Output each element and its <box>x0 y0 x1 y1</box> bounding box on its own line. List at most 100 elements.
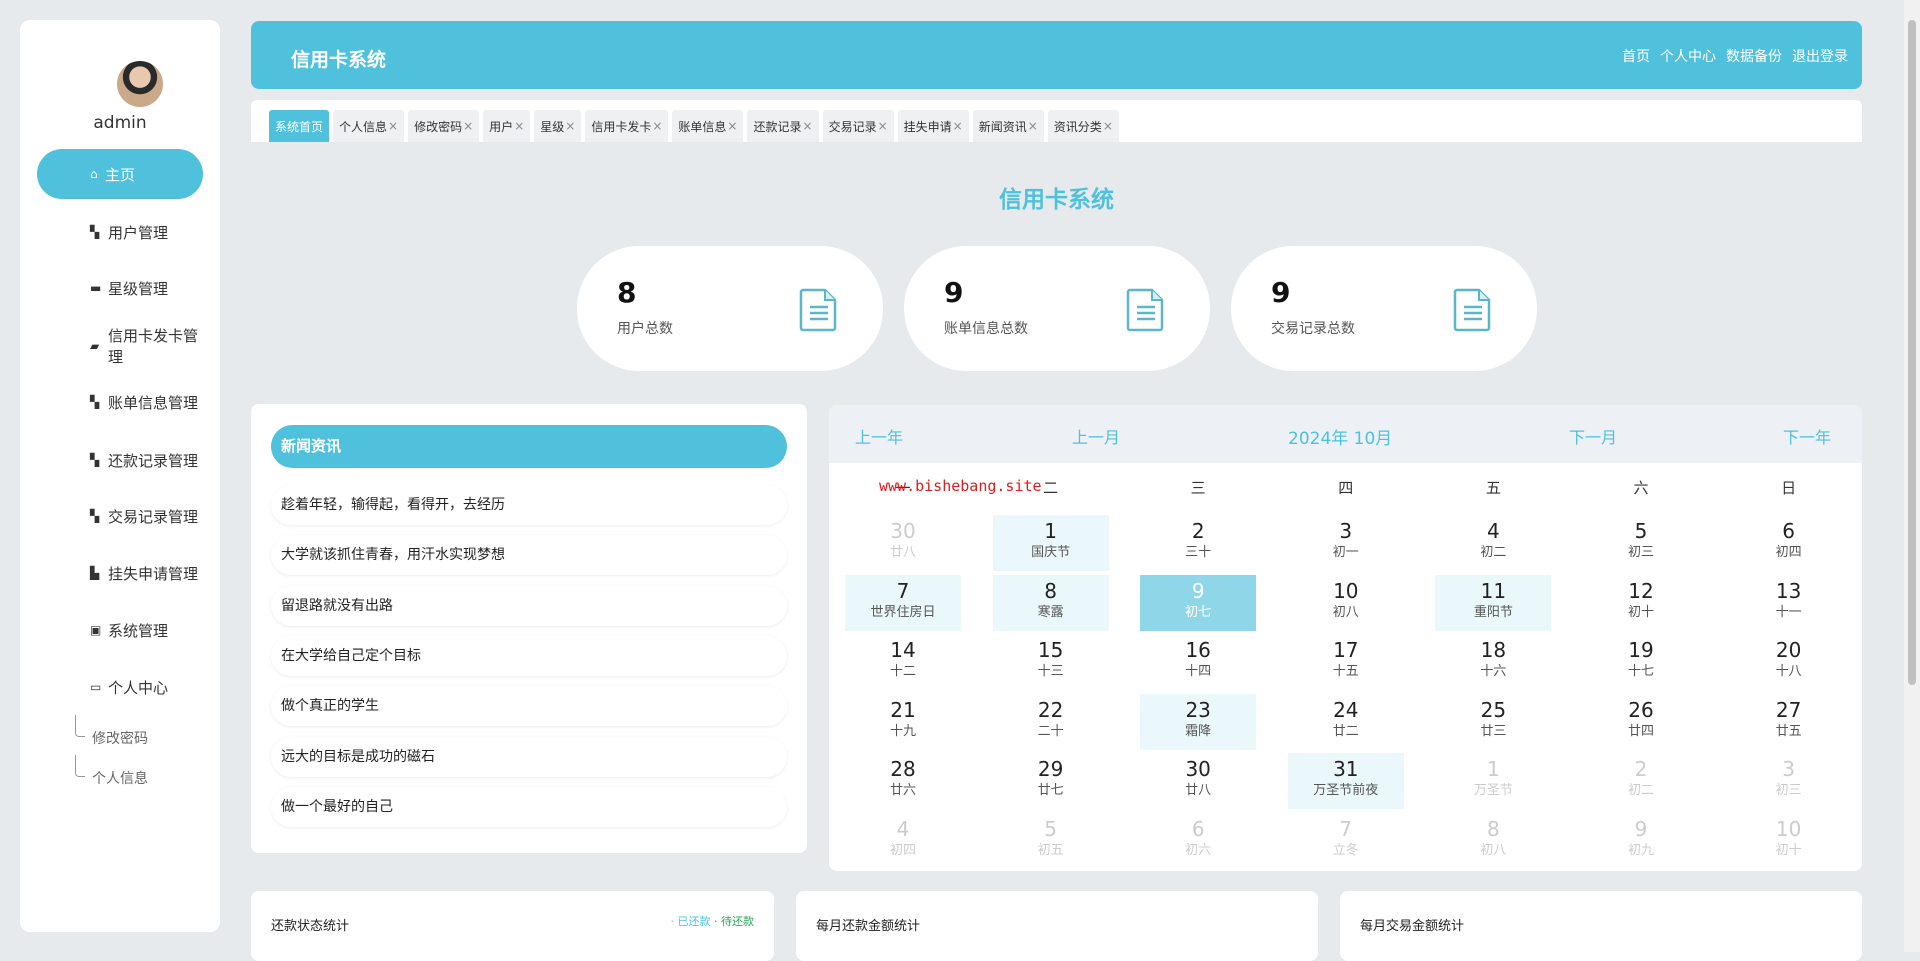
calendar-day[interactable]: 8 初八 <box>1435 813 1551 869</box>
close-icon[interactable]: × <box>1103 119 1113 133</box>
calendar-day[interactable]: 31 万圣节前夜 <box>1287 753 1404 809</box>
calendar-day[interactable]: 7 立冬 <box>1288 813 1404 869</box>
calendar-day[interactable]: 12 初十 <box>1583 575 1699 631</box>
close-icon[interactable]: × <box>388 119 398 133</box>
news-item[interactable]: 远大的目标是成功的磁石 <box>271 737 787 777</box>
tab-2[interactable]: 修改密码 × <box>408 110 480 142</box>
sidebar-item-7[interactable]: ▙ 挂失申请管理 <box>37 548 203 598</box>
avatar[interactable] <box>117 61 163 107</box>
tab-3[interactable]: 用户 × <box>483 110 531 142</box>
close-icon[interactable]: × <box>565 119 575 133</box>
close-icon[interactable]: × <box>463 119 473 133</box>
tab-0[interactable]: 系统首页 <box>269 110 330 142</box>
prev-year-button[interactable]: 上一年 <box>855 424 903 448</box>
sidebar-item-4[interactable]: ▚ 账单信息管理 <box>37 377 203 427</box>
calendar-day[interactable]: 26 廿四 <box>1583 694 1699 750</box>
calendar-day[interactable]: 4 初二 <box>1435 515 1551 571</box>
calendar-day[interactable]: 10 初八 <box>1288 575 1404 631</box>
calendar-day[interactable]: 11 重阳节 <box>1435 574 1552 631</box>
calendar-day[interactable]: 30 廿八 <box>1140 753 1256 809</box>
tab-11[interactable]: 资讯分类 × <box>1047 110 1119 142</box>
calendar-day[interactable]: 5 初五 <box>993 813 1109 869</box>
day-number: 3 <box>1339 519 1353 543</box>
calendar-day[interactable]: 3 初一 <box>1288 515 1404 571</box>
calendar-day[interactable]: 25 廿三 <box>1435 694 1551 750</box>
tab-4[interactable]: 星级 × <box>534 110 582 142</box>
news-item[interactable]: 做个真正的学生 <box>271 686 787 726</box>
close-icon[interactable]: × <box>727 119 737 133</box>
news-item[interactable]: 做一个最好的自己 <box>271 787 787 827</box>
news-item[interactable]: 在大学给自己定个目标 <box>271 636 787 676</box>
calendar-day[interactable]: 30 廿八 <box>845 515 961 571</box>
calendar-day[interactable]: 9 初七 <box>1140 574 1257 631</box>
calendar-day[interactable]: 23 霜降 <box>1140 693 1257 750</box>
legend-pending[interactable]: 待还款 <box>721 915 754 928</box>
calendar-day[interactable]: 10 初十 <box>1731 813 1847 869</box>
sidebar-item-5[interactable]: ▚ 还款记录管理 <box>37 435 203 485</box>
calendar-day[interactable]: 8 寒露 <box>992 574 1109 631</box>
next-month-button[interactable]: 下一月 <box>1569 424 1617 448</box>
news-item[interactable]: 趁着年轻，输得起，看得开，去经历 <box>271 485 787 525</box>
sidebar-item-6[interactable]: ▚ 交易记录管理 <box>37 491 203 541</box>
calendar-day[interactable]: 9 初九 <box>1583 813 1699 869</box>
calendar-day[interactable]: 14 十二 <box>845 634 961 690</box>
calendar-day[interactable]: 2 三十 <box>1140 515 1256 571</box>
nav-profile[interactable]: 个人中心 <box>1660 46 1716 66</box>
news-item[interactable]: 留退路就没有出路 <box>271 586 787 626</box>
sidebar-item-2[interactable]: ▬ 星级管理 <box>37 263 203 313</box>
calendar-day[interactable]: 21 十九 <box>845 694 961 750</box>
nav-backup[interactable]: 数据备份 <box>1726 46 1782 66</box>
nav-home[interactable]: 首页 <box>1622 46 1650 66</box>
close-icon[interactable]: × <box>1028 119 1038 133</box>
sidebar-sub-profile[interactable]: 个人信息 <box>92 768 148 788</box>
calendar-day[interactable]: 15 十三 <box>993 634 1109 690</box>
close-icon[interactable]: × <box>803 119 813 133</box>
tab-8[interactable]: 交易记录 × <box>822 110 894 142</box>
tab-6[interactable]: 账单信息 × <box>672 110 744 142</box>
tab-10[interactable]: 新闻资讯 × <box>972 110 1044 142</box>
tab-7[interactable]: 还款记录 × <box>747 110 819 142</box>
sidebar-item-8[interactable]: ▣ 系统管理 <box>37 605 203 655</box>
calendar-day[interactable]: 7 世界住房日 <box>845 574 961 631</box>
calendar-day[interactable]: 22 二十 <box>993 694 1109 750</box>
calendar-day[interactable]: 29 廿七 <box>993 753 1109 809</box>
calendar-day[interactable]: 27 廿五 <box>1731 694 1847 750</box>
sidebar-item-0[interactable]: ⌂ 主页 <box>37 149 203 199</box>
calendar-day[interactable]: 1 国庆节 <box>992 515 1109 571</box>
tab-1[interactable]: 个人信息 × <box>333 110 405 142</box>
calendar-day[interactable]: 24 廿二 <box>1288 694 1404 750</box>
sidebar-item-9[interactable]: ▭ 个人中心 <box>37 662 203 712</box>
nav-logout[interactable]: 退出登录 <box>1792 46 1848 66</box>
calendar-day[interactable]: 19 十七 <box>1583 634 1699 690</box>
sidebar-item-3[interactable]: ▰ 信用卡发卡管理 <box>37 321 203 371</box>
scrollbar[interactable] <box>1904 0 1920 952</box>
calendar-day[interactable]: 18 十六 <box>1435 634 1551 690</box>
close-icon[interactable]: × <box>514 119 524 133</box>
calendar-day[interactable]: 4 初四 <box>845 813 961 869</box>
sidebar-item-label: 系统管理 <box>108 621 169 640</box>
calendar-day[interactable]: 5 初三 <box>1583 515 1699 571</box>
close-icon[interactable]: × <box>878 119 888 133</box>
calendar-day[interactable]: 13 十一 <box>1731 575 1847 631</box>
next-year-button[interactable]: 下一年 <box>1783 424 1831 448</box>
tab-5[interactable]: 信用卡发卡 × <box>585 110 669 142</box>
close-icon[interactable]: × <box>652 119 662 133</box>
calendar-day[interactable]: 20 十八 <box>1731 634 1847 690</box>
legend-paid[interactable]: 已还款 <box>678 915 711 928</box>
calendar-day[interactable]: 16 十四 <box>1140 634 1256 690</box>
sidebar-item-label: 星级管理 <box>108 279 169 298</box>
sidebar-sub-change-password[interactable]: 修改密码 <box>92 728 148 748</box>
prev-month-button[interactable]: 上一月 <box>1072 424 1120 448</box>
close-icon[interactable]: × <box>953 119 963 133</box>
calendar-day[interactable]: 1 万圣节 <box>1435 753 1551 809</box>
calendar-day[interactable]: 3 初三 <box>1731 753 1847 809</box>
news-item[interactable]: 大学就该抓住青春，用汗水实现梦想 <box>271 535 787 575</box>
scrollbar-thumb[interactable] <box>1908 20 1916 685</box>
calendar-day[interactable]: 6 初四 <box>1731 515 1847 571</box>
calendar-day[interactable]: 17 十五 <box>1288 634 1404 690</box>
sidebar-item-1[interactable]: ▚ 用户管理 <box>37 207 203 257</box>
calendar-day[interactable]: 28 廿六 <box>845 753 961 809</box>
tab-9[interactable]: 挂失申请 × <box>897 110 969 142</box>
calendar-day[interactable]: 6 初六 <box>1140 813 1256 869</box>
calendar-day[interactable]: 2 初二 <box>1583 753 1699 809</box>
